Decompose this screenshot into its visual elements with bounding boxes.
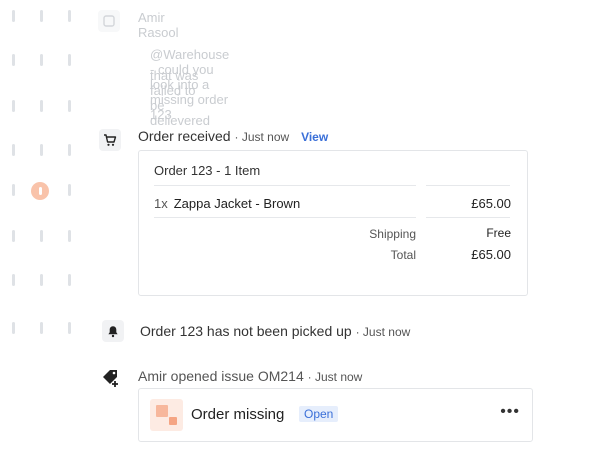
event-timestamp: · Just now [307,370,363,384]
divider [154,217,416,218]
divider [426,217,510,218]
order-card: Order 123 - 1 Item 1x Zappa Jacket - Brow… [138,150,528,296]
tag-add-icon [101,368,121,388]
event-order-received: Order received · Just now View [138,128,328,144]
comment-icon [98,10,120,32]
view-order-link[interactable]: View [301,130,328,144]
more-options-icon[interactable]: ••• [500,403,520,421]
order-title: Order 123 - 1 Item [154,163,261,178]
line-item-price: £65.00 [471,196,511,211]
line-item-name: Zappa Jacket - Brown [173,196,301,211]
status-badge: Open [299,406,339,422]
divider [426,185,510,186]
shipping-value: Free [486,226,511,240]
event-timestamp: · Just now [234,130,290,144]
cart-icon [99,129,121,151]
line-item: 1x Zappa Jacket - Brown [154,196,300,211]
event-title: Amir opened issue OM214 [138,368,304,384]
event-issue-opened: Amir opened issue OM214 · Just now [138,368,362,384]
line-item-qty: 1x [154,196,168,211]
total-label: Total [390,248,416,262]
avatar [31,182,49,200]
shipping-label: Shipping [369,227,416,241]
activity-feed: Amir Rasool @Warehouse - could you look … [0,0,604,473]
issue-title[interactable]: Order missing [191,406,284,423]
comment-text-line-2: that was failed to be delievered [150,68,210,128]
divider [154,185,416,186]
bell-icon [102,320,124,342]
event-timestamp: · Just now [355,325,411,339]
issue-card[interactable]: Order missing Open ••• [138,388,533,442]
issue-thumbnail [150,399,183,431]
comment-author: Amir Rasool [138,10,179,40]
event-title: Order received [138,128,231,144]
total-value: £65.00 [471,247,511,262]
event-not-picked-up: Order 123 has not been picked up · Just … [140,323,410,339]
event-title: Order 123 has not been picked up [140,323,352,339]
